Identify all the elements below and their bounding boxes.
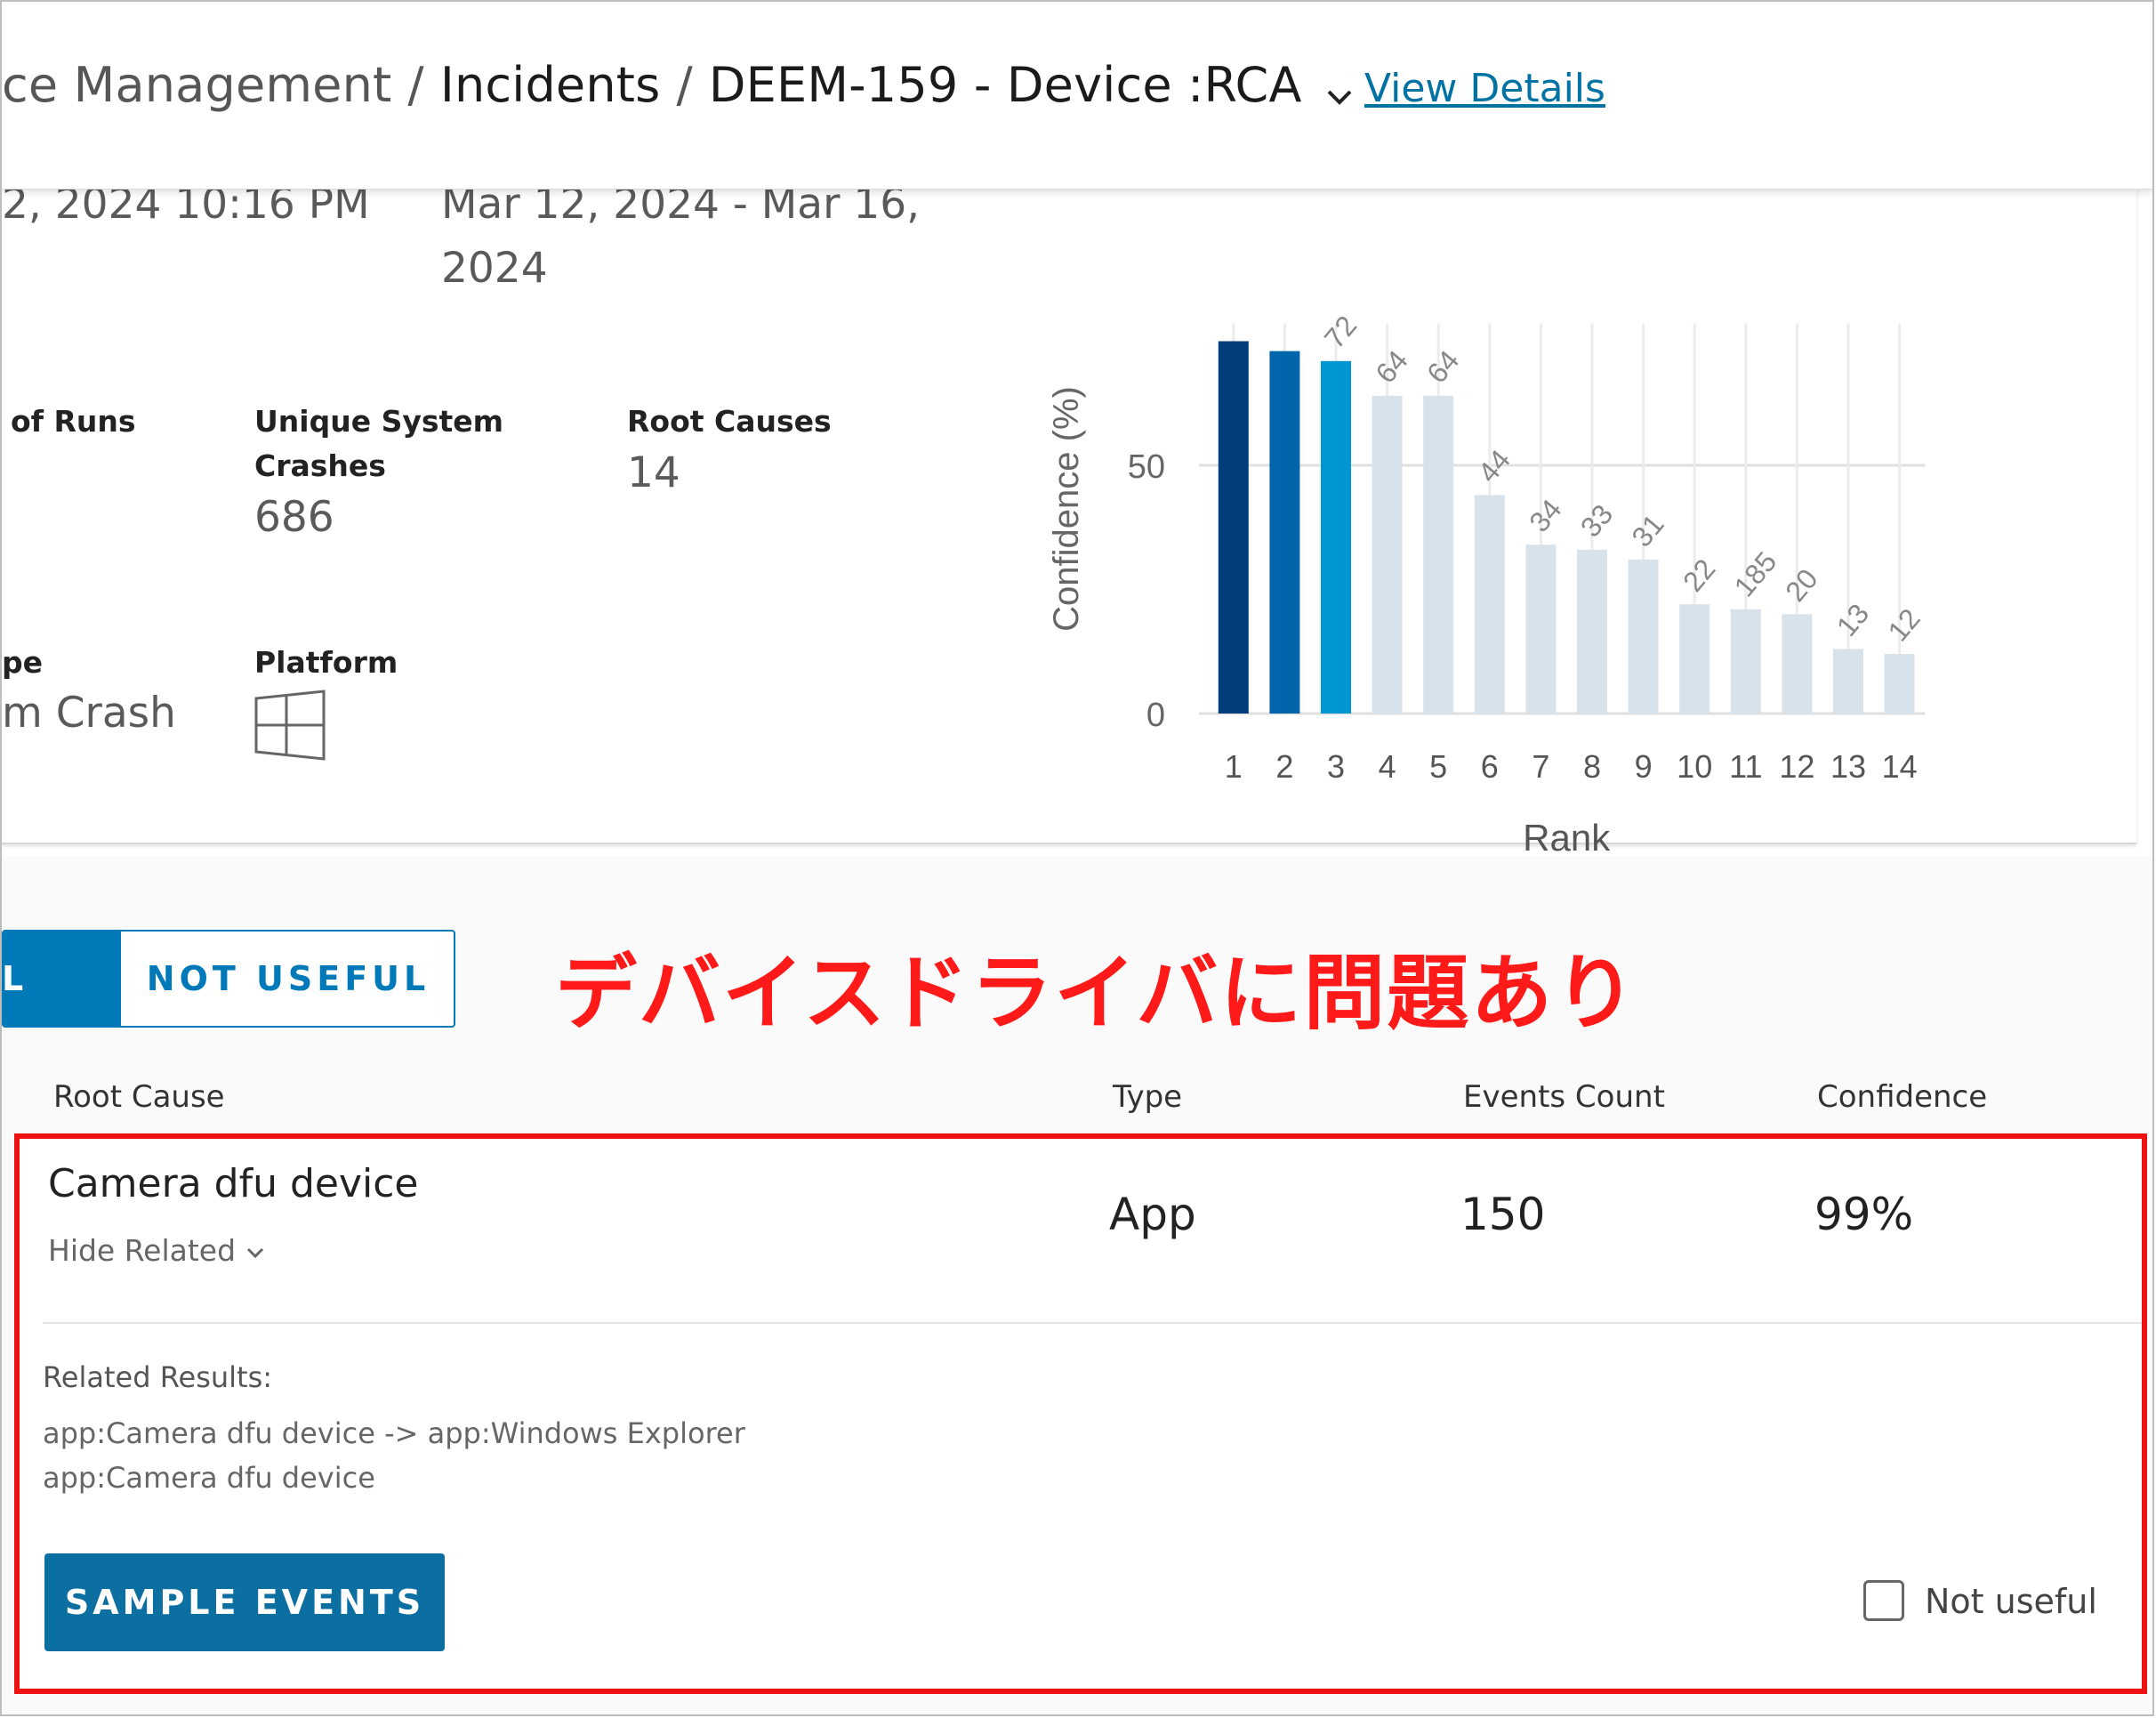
not-useful-label: Not useful — [1925, 1582, 2097, 1621]
y-axis-label: Confidence (%) — [1047, 386, 1086, 632]
bar — [1679, 604, 1710, 714]
y-tick-label: 0 — [1146, 697, 1165, 734]
app-window: 2, 2024 10:16 PM Mar 12, 2024 - Mar 16, … — [0, 0, 2154, 1716]
bar — [1628, 560, 1659, 714]
data-label: 22 — [1677, 553, 1721, 597]
bar — [1577, 549, 1607, 714]
related-result-item: app:Camera dfu device -> app:Windows Exp… — [43, 1416, 745, 1450]
data-label: 12 — [1881, 602, 1926, 647]
view-details-link[interactable]: View Details — [1364, 66, 1605, 111]
incident-summary-card: 2, 2024 10:16 PM Mar 12, 2024 - Mar 16, … — [2, 135, 2136, 859]
bar — [1423, 395, 1454, 714]
data-label: 64 — [1420, 344, 1465, 389]
x-tick-label: 4 — [1379, 748, 1396, 785]
date-range-line2: 2024 — [441, 244, 548, 293]
confidence-cell: 99% — [1814, 1189, 1914, 1240]
bar — [1782, 614, 1813, 714]
bar — [1884, 654, 1915, 714]
bar — [1372, 395, 1403, 714]
column-type[interactable]: Type — [1113, 1079, 1182, 1115]
chevron-down-icon — [247, 1247, 264, 1258]
x-tick-label: 10 — [1677, 748, 1712, 785]
breadcrumb-separator: / — [407, 57, 424, 113]
bar — [1269, 351, 1300, 714]
crashes-label-line1: Unique System — [254, 404, 504, 439]
x-tick-label: 6 — [1481, 748, 1499, 785]
tab-not-useful[interactable]: NOT USEFUL — [123, 932, 454, 1026]
y-tick-label: 50 — [1128, 448, 1165, 486]
x-tick-label: 13 — [1830, 748, 1866, 785]
data-label: 72 — [1318, 310, 1363, 354]
runs-label: of Runs — [11, 404, 136, 439]
hide-related-label: Hide Related — [48, 1233, 237, 1268]
annotation-text: デバイスドライバに問題あり — [555, 946, 1638, 1041]
x-tick-label: 11 — [1729, 748, 1762, 785]
table-header: Root Cause Type Events Count Confidence — [2, 1074, 2152, 1127]
page-header: ce Management / Incidents / DEEM-159 - Devic… — [2, 2, 2152, 190]
type-cell: App — [1109, 1189, 1196, 1240]
breadcrumb-item-management[interactable]: ce Management — [2, 57, 391, 113]
bar — [1218, 341, 1249, 714]
bar — [1833, 649, 1863, 714]
x-tick-label: 12 — [1779, 748, 1814, 785]
data-label: 64 — [1369, 344, 1413, 389]
x-tick-label: 14 — [1882, 748, 1918, 785]
row-divider — [43, 1322, 2142, 1324]
related-results-label: Related Results: — [43, 1360, 273, 1394]
sample-events-button[interactable]: SAMPLE EVENTS — [44, 1553, 445, 1651]
x-tick-label: 1 — [1225, 748, 1243, 785]
root-causes-label: Root Causes — [627, 404, 832, 439]
x-tick-label: 8 — [1583, 748, 1601, 785]
x-axis-label: Rank — [1523, 817, 1611, 859]
root-cause-name: Camera dfu device — [48, 1161, 419, 1206]
x-tick-label: 7 — [1532, 748, 1549, 785]
data-label: 13 — [1830, 598, 1875, 642]
not-useful-checkbox[interactable] — [1863, 1580, 1904, 1621]
events-count-cell: 150 — [1460, 1189, 1546, 1240]
type-label: pe — [2, 645, 44, 680]
crashes-label-line2: Crashes — [254, 448, 386, 483]
x-tick-label: 5 — [1429, 748, 1447, 785]
confidence-rank-chart: 0 50 Confidence (%) 1 2 72 3 64 4 64 5 44 6 34 7 33 8 31 9… — [1047, 310, 1927, 859]
type-value: m Crash — [2, 689, 176, 738]
data-label: 34 — [1523, 493, 1567, 537]
data-label: 44 — [1472, 444, 1516, 488]
related-result-item: app:Camera dfu device — [43, 1461, 375, 1495]
crashes-value: 686 — [254, 493, 334, 542]
breadcrumb-item-current: DEEM-159 - Device :RCA — [708, 57, 1302, 113]
platform-label: Platform — [254, 645, 398, 680]
x-tick-label: 9 — [1635, 748, 1653, 785]
data-label: 33 — [1574, 498, 1619, 543]
x-tick-label: 3 — [1327, 748, 1345, 785]
usefulness-tabs: L NOT USEFUL — [2, 930, 455, 1028]
data-label: 185 — [1728, 545, 1783, 602]
breadcrumb-separator: / — [676, 57, 693, 113]
chevron-down-icon[interactable] — [1322, 70, 1357, 106]
column-confidence[interactable]: Confidence — [1817, 1079, 1987, 1115]
bar — [1321, 360, 1351, 714]
bar — [1525, 544, 1557, 714]
breadcrumb-item-incidents[interactable]: Incidents — [440, 57, 661, 113]
data-label: 20 — [1779, 562, 1823, 607]
column-root-cause[interactable]: Root Cause — [53, 1079, 225, 1115]
x-tick-label: 2 — [1275, 748, 1293, 785]
root-causes-value: 14 — [627, 448, 680, 497]
bar — [1474, 495, 1505, 714]
column-events-count[interactable]: Events Count — [1463, 1079, 1665, 1115]
hide-related-link[interactable]: Hide Related — [48, 1233, 268, 1268]
bar — [1730, 609, 1761, 714]
windows-icon — [254, 690, 327, 764]
tab-useful[interactable]: L — [2, 932, 121, 1026]
breadcrumb: ce Management / Incidents / DEEM-159 - Devic… — [2, 57, 1357, 113]
data-label: 31 — [1625, 508, 1669, 553]
